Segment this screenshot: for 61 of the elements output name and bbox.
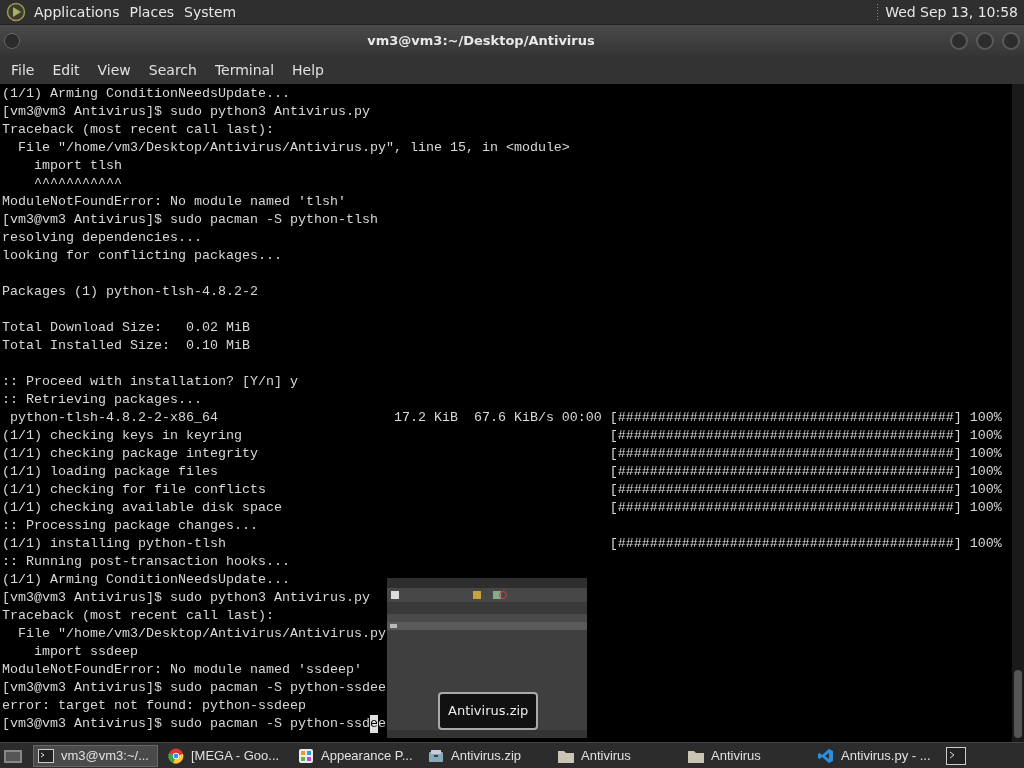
progress-text: [##########################################] 100% [609, 427, 1002, 445]
terminal-line: python-tlsh-4.8.2-2-x86_64 17.2 KiB 67.6 KiB/s 00:00 [9, 409, 603, 427]
terminal-line: [vm3@vm3 Antivirus]$ sudo pacman -S python-tlsh [2, 211, 378, 229]
terminal-line: (1/1) installing python-tlsh [2, 535, 227, 553]
terminal-line: Total Download Size: 0.02 MiB [2, 319, 250, 337]
terminal-text: e [377, 715, 386, 733]
terminal-line: import tlsh [33, 157, 122, 175]
text-cursor: e [369, 715, 378, 733]
taskbar-button[interactable]: Antivirus [553, 744, 678, 767]
terminal-line: ModuleNotFoundError: No module named 'ssdeep' [2, 661, 362, 679]
terminal-line: Traceback (most recent call last): [2, 607, 274, 625]
terminal-line: (1/1) checking available disk space [2, 499, 283, 517]
terminal-line: resolving dependencies... [2, 229, 202, 247]
terminal-line: Total Installed Size: 0.10 MiB [2, 337, 250, 355]
terminal-line: [vm3@vm3 Antivirus]$ sudo pacman -S python-ssdee [2, 679, 386, 697]
menu-item[interactable]: File [2, 59, 44, 81]
progress-text: [##########################################] 100% [609, 481, 1002, 499]
progress-text: [##########################################] 100% [609, 535, 1002, 553]
menu-item[interactable]: Help [283, 59, 333, 81]
progress-text: [##########################################] 100% [609, 409, 1002, 427]
terminal-line: Packages (1) python-tlsh-4.8.2-2 [2, 283, 258, 301]
taskbar-button[interactable]: vm3@vm3:~/... [33, 744, 158, 767]
clock[interactable]: Wed Sep 13, 10:58 [885, 1, 1018, 23]
terminal-line: File "/home/vm3/Desktop/Antivirus/Antivirus.py", line 15, in <module> [17, 139, 570, 157]
terminal-line: File "/home/vm3/Desktop/Antivirus/Antivirus.py [17, 625, 386, 643]
panel-menu[interactable]: System [184, 1, 237, 23]
terminal-line: error: target not found: python-ssdeep [2, 697, 306, 715]
taskbar-button[interactable]: Antivirus.zip [423, 744, 548, 767]
terminal-line: (1/1) checking for file conflicts [2, 481, 267, 499]
taskbar-button[interactable]: Antivirus [683, 744, 808, 767]
terminal-line: [vm3@vm3 Antivirus]$ sudo python3 Antivirus.py [2, 103, 370, 121]
window-title: vm3@vm3:~/Desktop/Antivirus [366, 31, 596, 50]
terminal-line: :: Processing package changes... [2, 517, 258, 535]
terminal-line: [vm3@vm3 Antivirus]$ sudo python3 Antivirus.py [2, 589, 370, 607]
terminal-line: Traceback (most recent call last): [2, 121, 274, 139]
menu-item[interactable]: Terminal [205, 59, 284, 81]
terminal-line: ^^^^^^^^^^^ [33, 175, 122, 193]
taskbar-button[interactable]: Antivirus.py - ... [813, 744, 938, 767]
panel-menu[interactable]: Places [129, 1, 175, 23]
terminal-line: :: Proceed with installation? [Y/n] y [2, 373, 298, 391]
panel-menu[interactable]: Applications [34, 1, 120, 23]
terminal-line: import ssdeep [33, 643, 138, 661]
terminal-line: (1/1) loading package files [2, 463, 219, 481]
terminal-line: (1/1) checking keys in keyring [2, 427, 243, 445]
menu-item[interactable]: Edit [43, 59, 89, 81]
progress-text: [##########################################] 100% [609, 499, 1002, 517]
terminal-line: ModuleNotFoundError: No module named 'tlsh' [2, 193, 346, 211]
menu-item[interactable]: View [88, 59, 140, 81]
terminal-line: (1/1) Arming ConditionNeedsUpdate... [2, 571, 290, 589]
progress-text: [##########################################] 100% [609, 463, 1002, 481]
terminal-line: :: Retrieving packages... [2, 391, 202, 409]
tooltip: Antivirus.zip [438, 692, 539, 730]
terminal-line: looking for conflicting packages... [2, 247, 282, 265]
progress-text: [##########################################] 100% [609, 445, 1002, 463]
menu-item[interactable]: Search [139, 59, 206, 81]
taskbar-button[interactable]: [MEGA - Goo... [163, 744, 288, 767]
terminal-line: :: Running post-transaction hooks... [2, 553, 290, 571]
terminal-line: (1/1) Arming ConditionNeedsUpdate... [2, 85, 290, 103]
terminal-line: (1/1) checking package integrity [2, 445, 259, 463]
taskbar-button[interactable]: Appearance P... [293, 744, 418, 767]
terminal-line: [vm3@vm3 Antivirus]$ sudo pacman -S python-ssd [2, 715, 370, 733]
